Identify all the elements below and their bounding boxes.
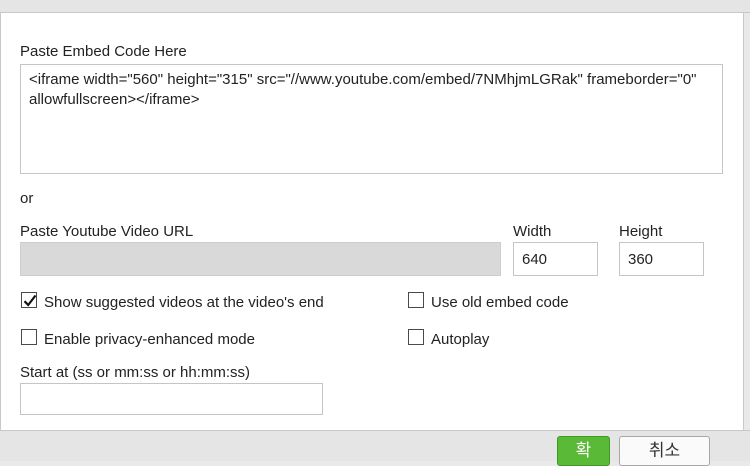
- autoplay-label: Autoplay: [431, 331, 490, 348]
- show-suggested-label: Show suggested videos at the video's end: [44, 294, 324, 311]
- width-label: Width: [513, 223, 552, 240]
- old-embed-checkbox[interactable]: [408, 292, 424, 308]
- ok-button[interactable]: 확: [557, 436, 610, 466]
- start-at-input[interactable]: [20, 383, 323, 415]
- dialog-titlebar: [0, 0, 750, 13]
- check-icon: [23, 294, 37, 307]
- height-input[interactable]: [619, 242, 704, 276]
- height-label: Height: [619, 223, 663, 240]
- old-embed-label: Use old embed code: [431, 294, 569, 311]
- autoplay-checkbox[interactable]: [408, 329, 424, 345]
- start-at-label: Start at (ss or mm:ss or hh:mm:ss): [20, 364, 251, 381]
- or-separator: or: [20, 190, 34, 207]
- embed-code-label: Paste Embed Code Here: [20, 43, 187, 60]
- width-input[interactable]: [513, 242, 598, 276]
- cancel-button[interactable]: 취소: [619, 436, 710, 466]
- privacy-mode-checkbox[interactable]: [21, 329, 37, 345]
- embed-code-textarea[interactable]: <iframe width="560" height="315" src="//…: [20, 64, 723, 174]
- video-url-input[interactable]: [20, 242, 501, 276]
- show-suggested-checkbox[interactable]: [21, 292, 37, 308]
- video-url-label: Paste Youtube Video URL: [20, 223, 194, 240]
- privacy-mode-label: Enable privacy-enhanced mode: [44, 331, 255, 348]
